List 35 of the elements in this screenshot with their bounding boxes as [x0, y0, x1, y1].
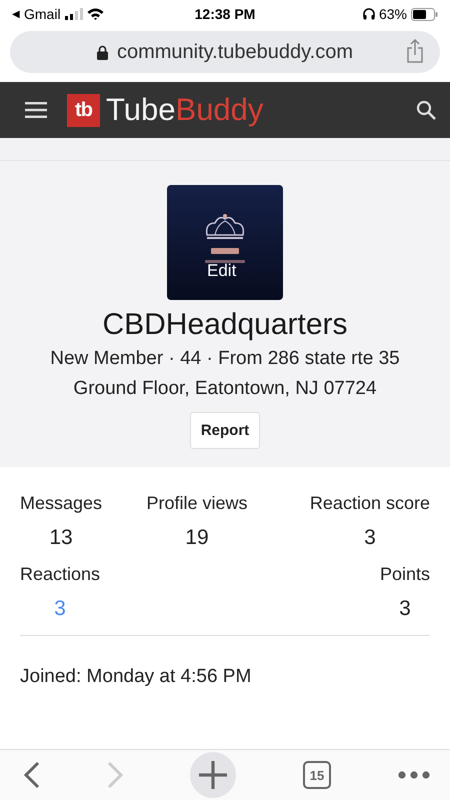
member-info: New Member · 44 · From 286 state rte 35 [50, 348, 400, 370]
back-icon[interactable] [24, 761, 40, 789]
stat-label: Messages [20, 493, 102, 514]
member-info: Ground Floor, Eatontown, NJ 07724 [73, 378, 377, 400]
logo-text[interactable]: TubeBuddy [106, 92, 264, 128]
lock-icon [96, 44, 108, 60]
stat-label: Reactions [20, 564, 100, 585]
battery-icon [410, 8, 438, 20]
signal-icon [64, 8, 83, 20]
back-app-label[interactable]: Gmail [24, 6, 61, 22]
report-button[interactable]: Report [190, 412, 260, 449]
address-bar[interactable]: community.tubebuddy.com [10, 31, 440, 73]
clock-time: 12:38 PM [194, 6, 256, 22]
stat-value: 3 [364, 526, 376, 550]
username: CBDHeadquarters [102, 308, 348, 342]
stat-label: Points [380, 564, 430, 585]
stat-value: 3 [399, 597, 411, 621]
share-icon[interactable] [406, 39, 424, 63]
stat-value: 13 [49, 526, 73, 550]
search-icon[interactable] [416, 100, 436, 120]
logo-mark[interactable]: tb [67, 94, 100, 126]
url-text: community.tubebuddy.com [116, 40, 354, 64]
menu-icon[interactable] [25, 102, 47, 118]
stat-label: Profile views [146, 493, 248, 514]
headphones-icon [362, 8, 375, 20]
wifi-icon [86, 8, 104, 20]
tab-count[interactable]: 15 [303, 761, 331, 789]
stat-value: 19 [185, 526, 209, 550]
new-tab-icon[interactable] [190, 752, 236, 798]
back-glyph[interactable]: ◀ [12, 8, 20, 20]
battery-percent: 63% [378, 6, 407, 22]
edit-link[interactable]: Edit [207, 261, 236, 281]
more-icon[interactable] [398, 771, 430, 779]
joined-date: Joined: Monday at 4:56 PM [20, 666, 252, 688]
stat-label: Reaction score [310, 493, 430, 514]
